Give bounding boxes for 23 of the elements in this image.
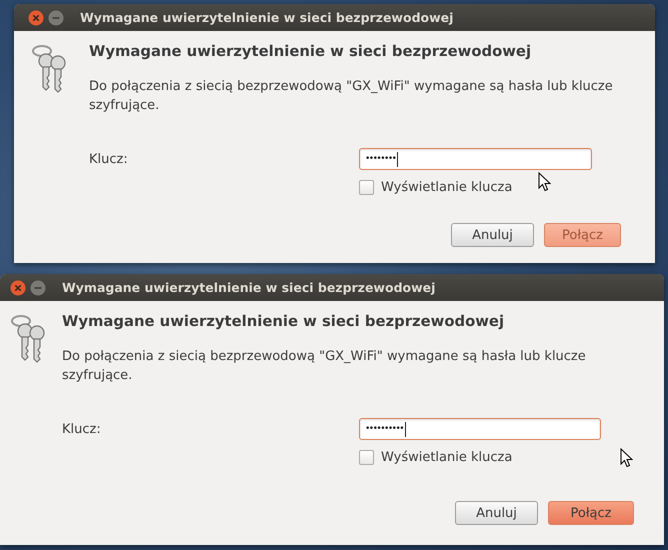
close-icon[interactable] — [10, 280, 26, 296]
show-key-checkbox[interactable] — [359, 450, 374, 465]
cancel-button[interactable]: Anuluj — [451, 223, 534, 247]
mouse-pointer-icon — [620, 448, 633, 468]
window-title: Wymagane uwierzytelnienie w sieci bezprzewodowej — [62, 280, 436, 295]
dialog-message: Do połączenia z siecią bezprzewodową "GX_WiFi" wymagane są hasła lub klucze szyfrujące. — [89, 78, 614, 115]
window-title: Wymagane uwierzytelnienie w sieci bezprzewodowej — [80, 10, 454, 25]
connect-button[interactable]: Połącz — [548, 501, 634, 525]
show-key-label[interactable]: Wyświetlanie klucza — [381, 450, 512, 465]
dialog-heading: Wymagane uwierzytelnienie w sieci bezprzewodowej — [62, 313, 506, 330]
key-label: Klucz: — [62, 422, 102, 436]
mouse-pointer-icon — [538, 172, 551, 192]
minimize-icon[interactable] — [30, 280, 46, 296]
dialog-heading: Wymagane uwierzytelnienie w sieci bezprzewodowej — [89, 43, 532, 60]
cancel-button[interactable]: Anuluj — [455, 501, 538, 525]
dialog-message: Do połączenia z siecią bezprzewodową "GX_WiFi" wymagane są hasła lub klucze szyfrujące. — [62, 348, 587, 385]
key-label: Klucz: — [89, 152, 129, 166]
minimize-icon[interactable] — [48, 10, 64, 26]
close-icon[interactable] — [28, 10, 44, 26]
show-key-label[interactable]: Wyświetlanie klucza — [381, 180, 512, 195]
password-field[interactable]: •••••••••• — [359, 418, 601, 440]
password-field[interactable]: •••••••• — [359, 148, 592, 170]
show-key-checkbox[interactable] — [359, 180, 374, 195]
